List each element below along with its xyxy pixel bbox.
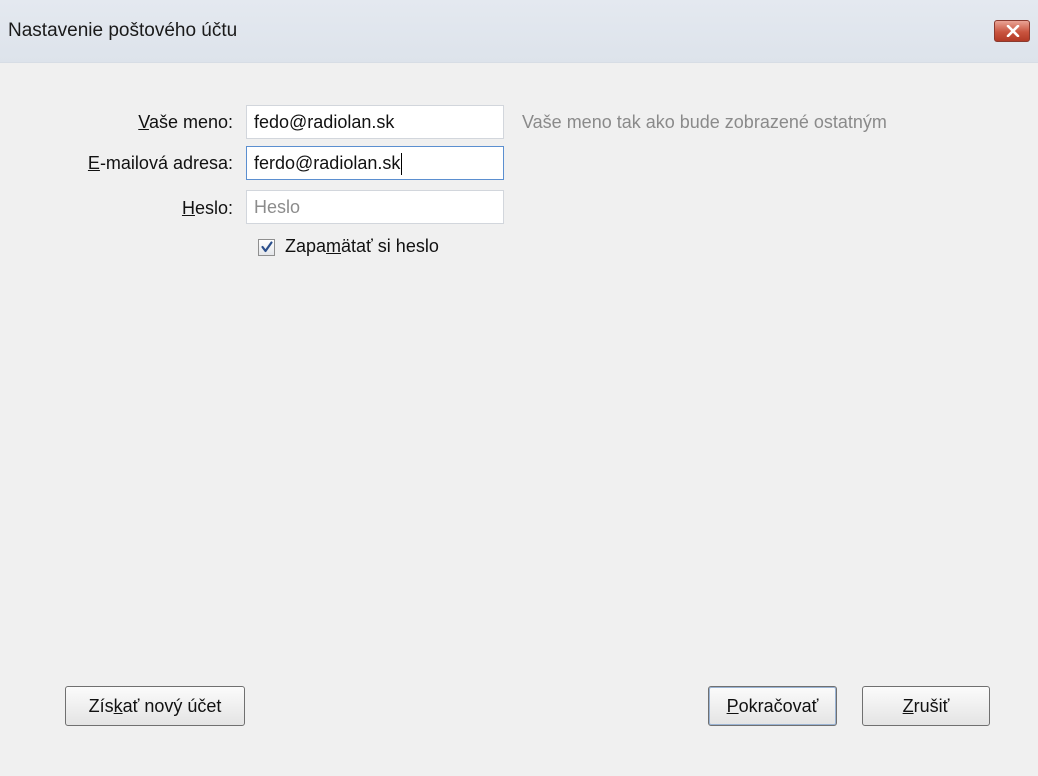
email-label: E-mailová adresa: <box>87 153 233 173</box>
remember-password-label[interactable]: Zapamätať si heslo <box>285 236 439 257</box>
email-value: ferdo@radiolan.sk <box>254 153 401 173</box>
checkmark-icon <box>261 241 273 253</box>
continue-button[interactable]: Pokračovať <box>708 686 837 726</box>
text-caret <box>401 153 403 176</box>
close-button[interactable] <box>994 20 1030 42</box>
name-value: fedo@radiolan.sk <box>254 112 395 132</box>
cancel-button[interactable]: Zrušiť <box>862 686 990 726</box>
password-placeholder: Heslo <box>254 197 301 217</box>
name-hint: Vaše meno tak ako bude zobrazené ostatný… <box>522 112 887 132</box>
get-new-account-button[interactable]: Získať nový účet <box>65 686 245 726</box>
title-bar: Nastavenie poštového účtu <box>0 0 1038 63</box>
window-title: Nastavenie poštového účtu <box>8 20 238 41</box>
name-label: Vaše meno: <box>138 112 233 132</box>
name-field[interactable]: fedo@radiolan.sk <box>246 105 504 139</box>
password-field[interactable]: Heslo <box>246 190 504 224</box>
account-setup-dialog: Nastavenie poštového účtu Vaše meno: fed… <box>0 0 1038 776</box>
remember-password-checkbox[interactable] <box>258 239 275 256</box>
close-icon <box>1006 25 1020 37</box>
email-field[interactable]: ferdo@radiolan.sk <box>246 146 504 180</box>
password-label: Heslo: <box>181 198 233 218</box>
